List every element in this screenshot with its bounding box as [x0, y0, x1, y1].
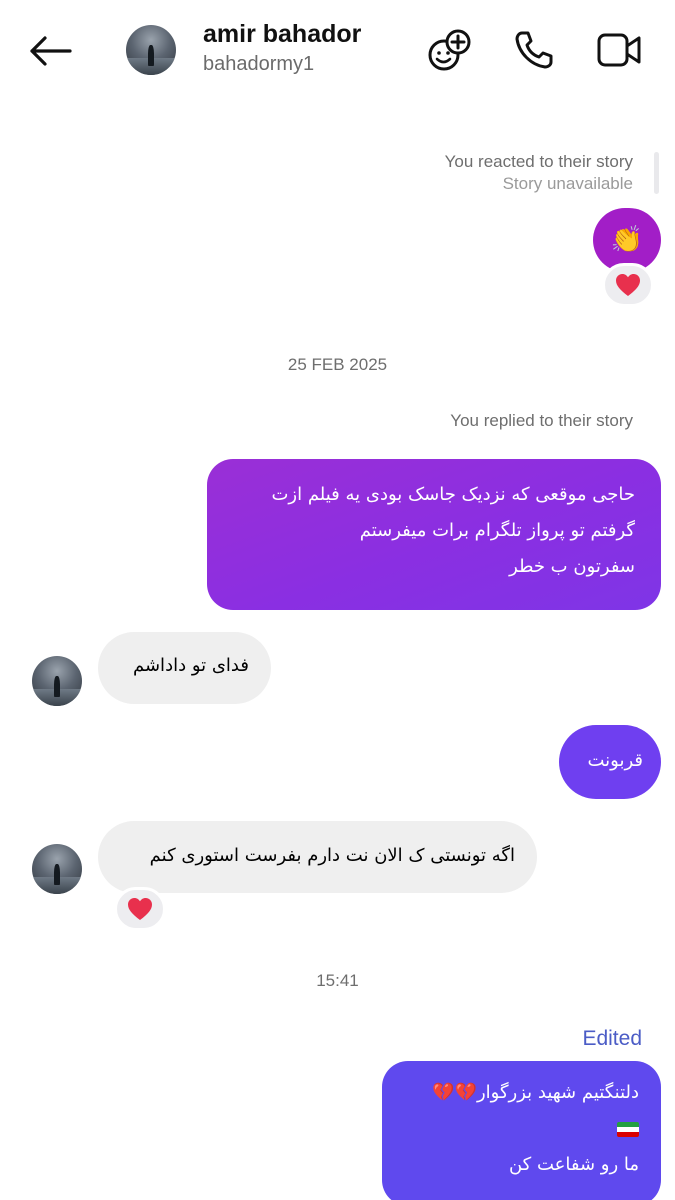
outgoing-message[interactable]: حاجی موقعی که نزدیک جاسک بودی یه فیلم از… — [207, 459, 661, 610]
message-text: قربونت — [587, 750, 643, 771]
date-separator: 25 FEB 2025 — [287, 355, 388, 374]
phone-icon — [515, 31, 553, 69]
sticker-button[interactable] — [425, 25, 475, 75]
iran-flag-icon — [617, 1121, 639, 1137]
video-call-button[interactable] — [594, 25, 644, 75]
message-line: گرفتم تو پرواز تلگرام برات میفرستم — [359, 520, 635, 541]
heart-icon — [616, 274, 640, 296]
broken-heart-emoji: 💔💔 — [432, 1082, 477, 1103]
message-text: اگه تونستی ک الان نت دارم بفرست استوری ک… — [149, 845, 515, 866]
contact-username[interactable]: bahadormy1 — [203, 53, 314, 76]
contact-name[interactable]: amir bahador — [203, 20, 361, 49]
story-reaction-label: You reacted to their story — [444, 152, 633, 171]
arrow-left-icon — [30, 36, 72, 66]
heart-reaction[interactable] — [114, 887, 166, 931]
incoming-message[interactable]: اگه تونستی ک الان نت دارم بفرست استوری ک… — [98, 821, 537, 893]
contact-avatar[interactable] — [32, 656, 82, 706]
clap-emoji: 👏 — [610, 225, 644, 255]
heart-icon — [128, 898, 152, 920]
story-preview-bar — [654, 152, 659, 194]
story-reply-label: You replied to their story — [450, 411, 633, 430]
message-text: فدای تو داداشم — [133, 655, 249, 676]
story-unavailable-label: Story unavailable — [502, 174, 633, 193]
edited-label[interactable]: Edited — [582, 1027, 642, 1051]
audio-call-button[interactable] — [509, 25, 559, 75]
message-line: ما رو شفاعت کن — [508, 1154, 639, 1175]
message-text: دلتنگتیم شهید بزرگوار — [476, 1082, 639, 1103]
avatar[interactable] — [126, 25, 176, 75]
message-line: حاجی موقعی که نزدیک جاسک بودی یه فیلم از… — [271, 484, 635, 505]
video-camera-icon — [597, 33, 641, 67]
message-line: دلتنگتیم شهید بزرگوار💔💔 — [398, 1075, 639, 1111]
back-button[interactable] — [22, 28, 78, 74]
message-line — [398, 1111, 639, 1147]
contact-avatar[interactable] — [32, 844, 82, 894]
outgoing-message[interactable]: دلتنگتیم شهید بزرگوار💔💔 ما رو شفاعت کن — [382, 1061, 661, 1200]
incoming-message[interactable]: فدای تو داداشم — [98, 632, 271, 704]
heart-reaction[interactable] — [602, 263, 654, 307]
time-separator: 15:41 — [316, 971, 359, 990]
message-line: سفرتون ب خطر — [509, 556, 635, 577]
outgoing-message[interactable]: قربونت — [559, 725, 661, 799]
sticker-add-icon — [428, 29, 471, 71]
